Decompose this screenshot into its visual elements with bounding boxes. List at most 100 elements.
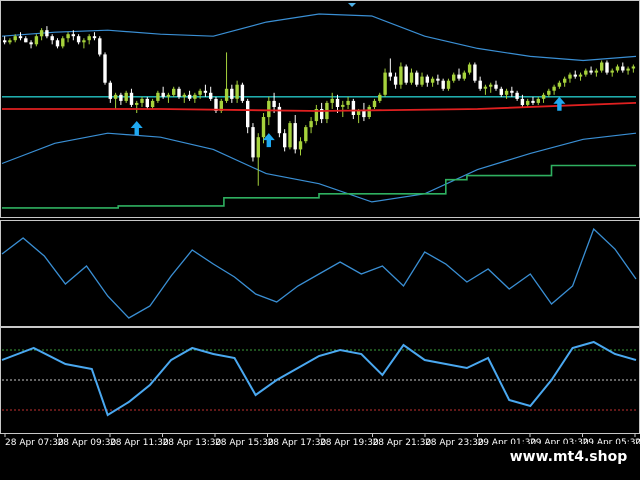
- candle-body: [82, 40, 86, 43]
- buy-arrow-icon: [130, 121, 143, 135]
- candle-body: [92, 36, 97, 39]
- candle-body: [415, 72, 419, 85]
- candle-body: [404, 66, 408, 83]
- candle-body: [8, 40, 12, 43]
- candle-body: [29, 42, 33, 45]
- candle-body: [177, 88, 181, 97]
- watermark: www.mt4.shop: [497, 444, 640, 470]
- upper-band-line: [1, 13, 637, 62]
- candle-body: [135, 102, 139, 105]
- candle-body: [224, 88, 229, 101]
- candle-body: [129, 92, 134, 105]
- candle-body: [283, 133, 287, 148]
- candle-body: [563, 78, 567, 83]
- candle-body: [272, 100, 276, 107]
- oscillator-2-line: [1, 340, 637, 417]
- candle-body: [520, 98, 525, 105]
- x-tick-label: 28 Apr 11:30: [110, 438, 169, 448]
- candle-body: [140, 98, 144, 103]
- candle-body: [631, 66, 636, 69]
- x-tick-label: 28 Apr 07:30: [5, 438, 64, 448]
- candle-body: [504, 90, 509, 95]
- candle-body: [108, 82, 112, 99]
- candle-body: [61, 38, 65, 47]
- candle-body: [256, 137, 260, 158]
- candle-body: [362, 111, 366, 118]
- x-tick-label: 28 Apr 23:30: [425, 438, 484, 448]
- candle-body: [50, 36, 54, 41]
- x-tick-label: 28 Apr 13:30: [163, 438, 222, 448]
- candle-body: [425, 76, 429, 83]
- candle-body: [356, 111, 361, 115]
- candle-body: [55, 40, 60, 47]
- candle-body: [288, 123, 292, 148]
- candle-body: [478, 80, 482, 89]
- oscillator-2-panel: [1, 340, 637, 417]
- candle-body: [98, 38, 102, 55]
- candle-body: [103, 54, 107, 83]
- candle-body: [341, 104, 345, 107]
- candle-body: [388, 72, 392, 77]
- candle-body: [600, 62, 604, 71]
- candle-body: [182, 94, 186, 97]
- candle-body: [156, 92, 160, 101]
- green-step-line: [2, 164, 636, 209]
- candle-body: [172, 88, 176, 95]
- candle-body: [541, 94, 546, 99]
- price-panel: [1, 13, 637, 209]
- candle-body: [145, 98, 149, 107]
- candle-body: [557, 82, 562, 87]
- candle-body: [547, 90, 551, 95]
- candle-body: [526, 100, 530, 105]
- candle-body: [467, 64, 472, 73]
- candle-body: [203, 90, 208, 93]
- candle-body: [615, 66, 620, 71]
- candle-body: [187, 94, 192, 99]
- candle-body: [235, 84, 239, 99]
- candle-body: [536, 98, 540, 103]
- candle-body: [66, 34, 70, 39]
- candle-body: [568, 74, 572, 79]
- candle-body: [446, 80, 451, 89]
- candle-body: [441, 80, 445, 89]
- candle-body: [494, 84, 498, 89]
- x-tick-label: 28 Apr 09:30: [58, 438, 117, 448]
- candle-body: [552, 86, 556, 91]
- x-tick-label: 28 Apr 15:30: [215, 438, 274, 448]
- x-tick-label: 28 Apr 21:30: [373, 438, 432, 448]
- candle-body: [304, 127, 308, 142]
- candle-body: [372, 100, 377, 107]
- oscillator-1-line: [1, 227, 637, 319]
- red-line: [2, 102, 637, 112]
- candle-body: [166, 94, 171, 97]
- candle-body: [409, 72, 414, 83]
- candle-body: [605, 62, 609, 73]
- candle-body: [230, 88, 234, 99]
- lower-band-line: [1, 132, 637, 203]
- candle-body: [246, 100, 250, 128]
- candle-body: [473, 64, 477, 81]
- candle-body: [335, 98, 340, 107]
- candle-body: [510, 90, 514, 93]
- candle-body: [367, 106, 371, 117]
- candle-body: [489, 84, 493, 87]
- candle-body: [351, 100, 356, 115]
- candle-body: [621, 66, 625, 71]
- candle-body: [383, 72, 387, 95]
- candle-body: [573, 74, 577, 77]
- candle-body: [589, 70, 593, 73]
- candle-body: [267, 100, 271, 118]
- candle-body: [330, 98, 334, 103]
- candle-body: [240, 84, 245, 101]
- candle-body: [76, 36, 81, 43]
- candle-body: [71, 34, 75, 37]
- x-tick-label: 28 Apr 19:30: [320, 438, 379, 448]
- candle-body: [119, 94, 123, 101]
- candle-body: [626, 68, 630, 71]
- candle-body: [584, 70, 588, 75]
- candle-body: [39, 30, 44, 37]
- candle-body: [193, 94, 197, 99]
- candle-body: [452, 74, 456, 81]
- candle-body: [34, 36, 39, 45]
- candle-body: [293, 123, 297, 150]
